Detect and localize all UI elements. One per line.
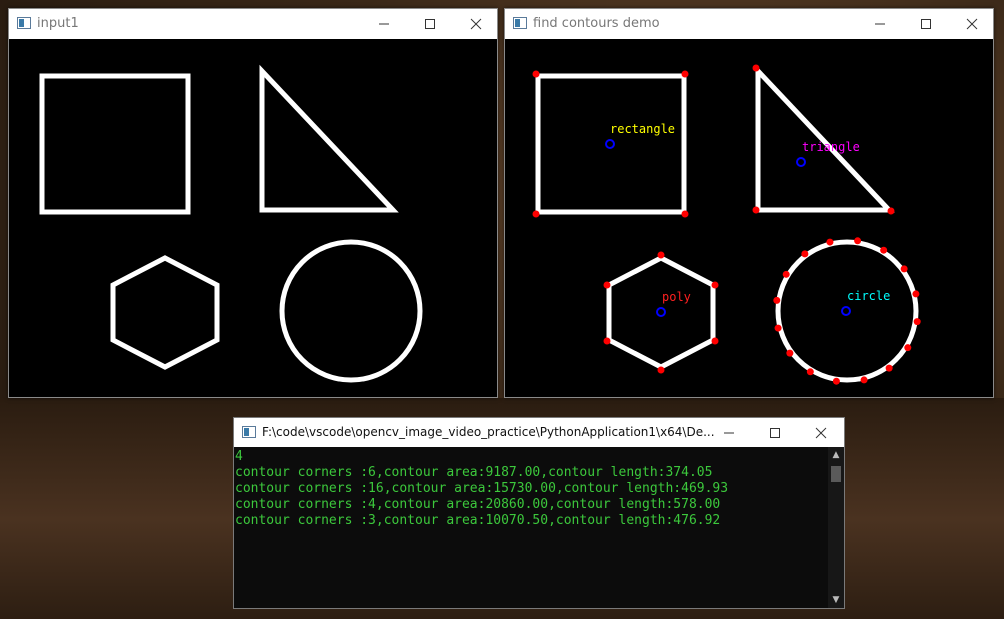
- close-button[interactable]: [949, 9, 995, 39]
- maximize-button[interactable]: [407, 9, 453, 39]
- minimize-icon: [875, 23, 885, 25]
- console-scrollbar[interactable]: ▲ ▼: [828, 447, 844, 608]
- console-title: F:\code\vscode\opencv_image_video_practi…: [262, 425, 715, 439]
- input-window-titlebar[interactable]: input1: [9, 9, 497, 39]
- corner-point: [826, 238, 834, 246]
- triangle-label: triangle: [802, 140, 860, 154]
- console-app-icon: [242, 426, 256, 438]
- corner-point: [681, 70, 689, 78]
- corner-point: [532, 70, 540, 78]
- corner-point: [752, 206, 760, 214]
- corner-point: [912, 290, 920, 298]
- maximize-icon: [921, 19, 931, 29]
- scroll-down-icon[interactable]: ▼: [828, 592, 844, 608]
- scrollbar-thumb[interactable]: [831, 466, 841, 482]
- console-line: contour corners :6,contour area:9187.00,…: [235, 465, 713, 480]
- corner-point: [887, 207, 895, 215]
- demo-window: find contours demo rectangle triangle po…: [504, 8, 994, 398]
- minimize-icon: [379, 23, 389, 25]
- corner-point: [782, 270, 790, 278]
- corner-point: [603, 337, 611, 345]
- corner-point: [657, 251, 665, 259]
- close-button[interactable]: [453, 9, 499, 39]
- corner-point: [786, 349, 794, 357]
- corner-point: [806, 368, 814, 376]
- corner-point: [880, 246, 888, 254]
- close-icon: [966, 18, 978, 30]
- corner-point: [711, 337, 719, 345]
- window-app-icon: [17, 17, 31, 29]
- corner-point: [854, 237, 862, 245]
- input-image-canvas: [9, 39, 497, 397]
- maximize-button[interactable]: [903, 9, 949, 39]
- minimize-icon: [724, 432, 734, 434]
- corner-point: [657, 366, 665, 374]
- corner-point: [752, 64, 760, 72]
- window-app-icon: [513, 17, 527, 29]
- console-window: F:\code\vscode\opencv_image_video_practi…: [233, 417, 845, 609]
- corner-point: [801, 250, 809, 258]
- input-window: input1: [8, 8, 498, 398]
- corner-point: [860, 376, 868, 384]
- corner-point: [900, 265, 908, 273]
- corner-point: [774, 324, 782, 332]
- corner-point: [913, 318, 921, 326]
- close-icon: [815, 427, 827, 439]
- poly-label: poly: [662, 290, 691, 304]
- corner-point: [711, 281, 719, 289]
- demo-window-title: find contours demo: [533, 16, 660, 31]
- contours-image-canvas: rectangle triangle poly circle: [505, 39, 993, 397]
- console-titlebar[interactable]: F:\code\vscode\opencv_image_video_practi…: [234, 418, 844, 447]
- maximize-icon: [770, 428, 780, 438]
- console-line: contour corners :4,contour area:20860.00…: [235, 497, 721, 512]
- corner-point: [681, 210, 689, 218]
- console-line: contour corners :16,contour area:15730.0…: [235, 481, 729, 496]
- maximize-button[interactable]: [752, 418, 798, 448]
- minimize-button[interactable]: [361, 9, 407, 39]
- corner-point: [773, 296, 781, 304]
- minimize-button[interactable]: [706, 418, 752, 448]
- input-window-title: input1: [37, 16, 79, 31]
- corner-point: [603, 281, 611, 289]
- close-icon: [470, 18, 482, 30]
- minimize-button[interactable]: [857, 9, 903, 39]
- maximize-icon: [425, 19, 435, 29]
- corner-point: [904, 344, 912, 352]
- demo-window-titlebar[interactable]: find contours demo: [505, 9, 993, 39]
- console-line: 4: [235, 449, 243, 464]
- console-output[interactable]: 4 contour corners :6,contour area:9187.0…: [234, 447, 828, 608]
- scroll-up-icon[interactable]: ▲: [828, 447, 844, 463]
- corner-point: [832, 377, 840, 385]
- console-line: contour corners :3,contour area:10070.50…: [235, 513, 721, 528]
- corner-point: [885, 364, 893, 372]
- circle-label: circle: [847, 289, 890, 303]
- rectangle-label: rectangle: [610, 122, 675, 136]
- close-button[interactable]: [798, 418, 844, 448]
- corner-point: [532, 210, 540, 218]
